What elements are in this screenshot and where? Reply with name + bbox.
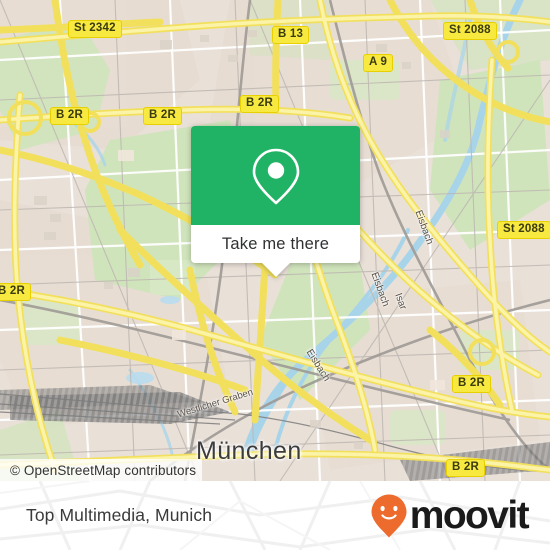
road-shield-b2r-left: B 2R (50, 107, 90, 126)
footer-bar: Top Multimedia, Munich moovit (0, 481, 550, 550)
moovit-wordmark: moovit (409, 494, 530, 537)
road-shield-b2r-southeast: B 2R (446, 459, 486, 478)
road-shield-b2r-mid: B 2R (143, 107, 183, 126)
callout-pin-area (191, 126, 360, 225)
take-me-there-button[interactable]: Take me there (191, 225, 360, 263)
moovit-smiley-pin-icon (371, 494, 407, 537)
road-shield-a9: A 9 (363, 54, 394, 73)
road-shield-st2088-top: St 2088 (443, 22, 497, 41)
take-me-there-callout[interactable]: Take me there (191, 126, 360, 277)
road-shield-st2342: St 2342 (68, 20, 122, 39)
map-attribution: © OpenStreetMap contributors (0, 459, 203, 481)
place-name-label: Top Multimedia, Munich (26, 505, 213, 525)
map-city-label: München (196, 437, 302, 465)
road-shield-b2r-east: B 2R (452, 375, 492, 394)
callout-pointer-tail (261, 263, 290, 277)
moovit-brand-logo: moovit (370, 493, 530, 539)
road-shield-st2088-right: St 2088 (497, 221, 550, 240)
road-shield-b2r-top-center: B 2R (240, 95, 280, 114)
location-pin-icon (252, 148, 299, 204)
road-shield-b13: B 13 (272, 26, 310, 45)
road-shield-b2r-westedge: B 2R (0, 283, 32, 302)
moovit-place-card: Westlicher Graben Eisbach Eisbach Isar E… (0, 0, 550, 550)
take-me-there-label: Take me there (221, 234, 330, 253)
